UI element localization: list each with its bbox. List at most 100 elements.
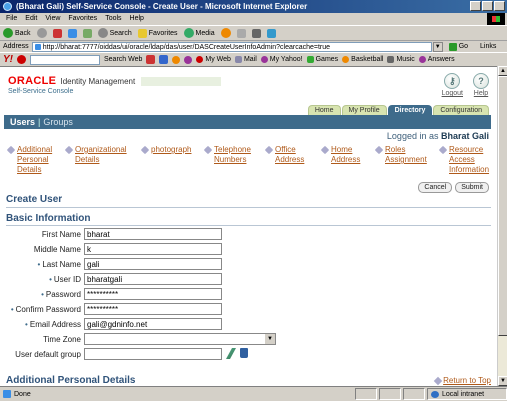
my-web-button[interactable]: My Web — [196, 56, 231, 63]
tab-my-profile[interactable]: My Profile — [341, 105, 387, 115]
confirm-password-field[interactable] — [84, 303, 222, 315]
basketball-button[interactable]: Basketball — [342, 56, 383, 63]
basketball-label: Basketball — [351, 56, 384, 63]
last-name-field[interactable] — [84, 258, 222, 270]
my-yahoo-label: My Yahoo! — [269, 56, 303, 63]
middle-name-label: Middle Name — [33, 245, 81, 254]
menu-file[interactable]: File — [6, 13, 17, 25]
search-button[interactable]: Search — [97, 28, 132, 38]
go-button[interactable]: Go — [449, 43, 468, 51]
subnav-users[interactable]: Users — [10, 117, 35, 127]
answers-label: Answers — [427, 56, 455, 63]
subnav-separator: | — [38, 117, 41, 127]
flashlight-search-icon[interactable] — [226, 348, 236, 359]
edit-icon[interactable] — [266, 28, 276, 38]
search-web-button[interactable]: Search Web — [104, 56, 142, 63]
step-additional-personal-details[interactable]: Additional Personal Details — [6, 145, 67, 175]
address-input[interactable]: http://bharat:7777/oiddas/ui/oracle/ldap… — [31, 41, 432, 52]
step-home-address[interactable]: Home Address — [320, 145, 371, 165]
menu-edit[interactable]: Edit — [25, 13, 37, 25]
my-yahoo-button[interactable]: My Yahoo! — [260, 56, 303, 63]
games-button[interactable]: Games — [306, 56, 338, 63]
stop-icon[interactable] — [52, 28, 62, 38]
answers-icon — [418, 56, 426, 63]
row-first-name: First Name — [0, 228, 300, 242]
step-roles-assignment[interactable]: Roles Assignment — [374, 145, 433, 165]
tab-home[interactable]: Home — [307, 105, 341, 115]
media-button[interactable]: Media — [183, 28, 215, 38]
step-telephone-numbers[interactable]: Telephone Numbers — [203, 145, 264, 165]
step-photograph[interactable]: photograph — [140, 145, 201, 155]
mail-button[interactable]: Mail — [234, 56, 257, 63]
email-label: Email Address — [29, 320, 81, 329]
row-user-id: • User ID — [0, 273, 300, 287]
maximize-button[interactable] — [482, 1, 493, 11]
row-middle-name: Middle Name — [0, 243, 300, 257]
trash-icon[interactable] — [240, 348, 248, 358]
favorites-button[interactable]: Favorites — [137, 28, 178, 38]
refresh-icon[interactable] — [67, 28, 77, 38]
email-field[interactable] — [84, 318, 222, 330]
forward-arrow-icon[interactable] — [36, 28, 47, 38]
highlight-icon[interactable] — [159, 55, 169, 64]
step-resource-access-information[interactable]: Resource Access Information — [438, 145, 493, 175]
yahoo-logo-icon[interactable]: Y! — [3, 54, 13, 65]
close-button[interactable] — [494, 1, 505, 11]
mail-icon[interactable] — [236, 28, 246, 38]
menu-view[interactable]: View — [45, 13, 60, 25]
menu-tools[interactable]: Tools — [105, 13, 121, 25]
first-name-field[interactable] — [84, 228, 222, 240]
tab-directory[interactable]: Directory — [387, 105, 433, 115]
scroll-down-icon[interactable]: ▼ — [498, 376, 507, 386]
row-password: • Password — [0, 288, 300, 302]
middle-name-field[interactable] — [84, 243, 222, 255]
row-email: • Email Address — [0, 318, 300, 332]
cancel-button[interactable]: Cancel — [418, 182, 453, 193]
my-web-label: My Web — [205, 56, 231, 63]
links-button[interactable]: Links — [480, 43, 496, 50]
row-time-zone: Time Zone ▼ — [0, 333, 300, 347]
step-office-address[interactable]: Office Address — [264, 145, 315, 165]
default-group-field[interactable] — [84, 348, 222, 360]
answers-button[interactable]: Answers — [418, 56, 455, 63]
address-bar: Address http://bharat:7777/oiddas/ui/ora… — [0, 40, 507, 52]
subnav-groups[interactable]: Groups — [43, 117, 73, 127]
tab-configuration[interactable]: Configuration — [433, 105, 489, 115]
vertical-scrollbar[interactable]: ▲ ▼ — [497, 66, 507, 386]
home-icon[interactable] — [82, 28, 92, 38]
history-icon[interactable] — [220, 28, 231, 38]
scroll-up-icon[interactable]: ▲ — [498, 66, 507, 76]
chevron-down-icon[interactable]: ▼ — [265, 334, 275, 344]
return-to-top-link[interactable]: Return to Top — [435, 376, 491, 385]
main-tabs: Home My Profile Directory Configuration — [307, 105, 489, 115]
user-id-field[interactable] — [84, 273, 222, 285]
scroll-thumb[interactable] — [498, 76, 507, 336]
bullet-icon — [320, 145, 330, 155]
music-button[interactable]: Music — [387, 56, 415, 63]
plus-icon[interactable] — [172, 55, 181, 64]
step-organizational-details[interactable]: Organizational Details — [64, 145, 139, 165]
address-dropdown[interactable]: ▼ — [432, 41, 443, 52]
back-button[interactable]: Back — [3, 28, 31, 38]
help-link[interactable]: ? Help — [473, 73, 489, 97]
print-icon[interactable] — [251, 28, 261, 38]
minimize-button[interactable] — [470, 1, 481, 11]
logout-link[interactable]: ⚷ Logout — [442, 73, 463, 97]
y-purple-icon[interactable] — [184, 55, 193, 64]
security-zone: Local intranet — [427, 388, 507, 400]
music-label: Music — [396, 56, 415, 63]
section-basic-information: Basic Information — [6, 213, 91, 224]
bookmark-icon[interactable] — [146, 55, 156, 64]
menu-favorites[interactable]: Favorites — [68, 13, 97, 25]
window-title-bar: (Bharat Gali) Self-Service Console - Cre… — [0, 0, 507, 13]
step-label: Telephone Numbers — [214, 145, 251, 164]
time-zone-select[interactable]: ▼ — [84, 333, 276, 345]
default-group-label: User default group — [15, 350, 81, 359]
password-field[interactable] — [84, 288, 222, 300]
form-buttons: Cancel Submit — [418, 182, 489, 193]
submit-button[interactable]: Submit — [455, 182, 489, 193]
menu-help[interactable]: Help — [130, 13, 144, 25]
pencil-icon[interactable] — [17, 55, 26, 64]
row-last-name: • Last Name — [0, 258, 300, 272]
yahoo-search-input[interactable] — [30, 54, 100, 65]
